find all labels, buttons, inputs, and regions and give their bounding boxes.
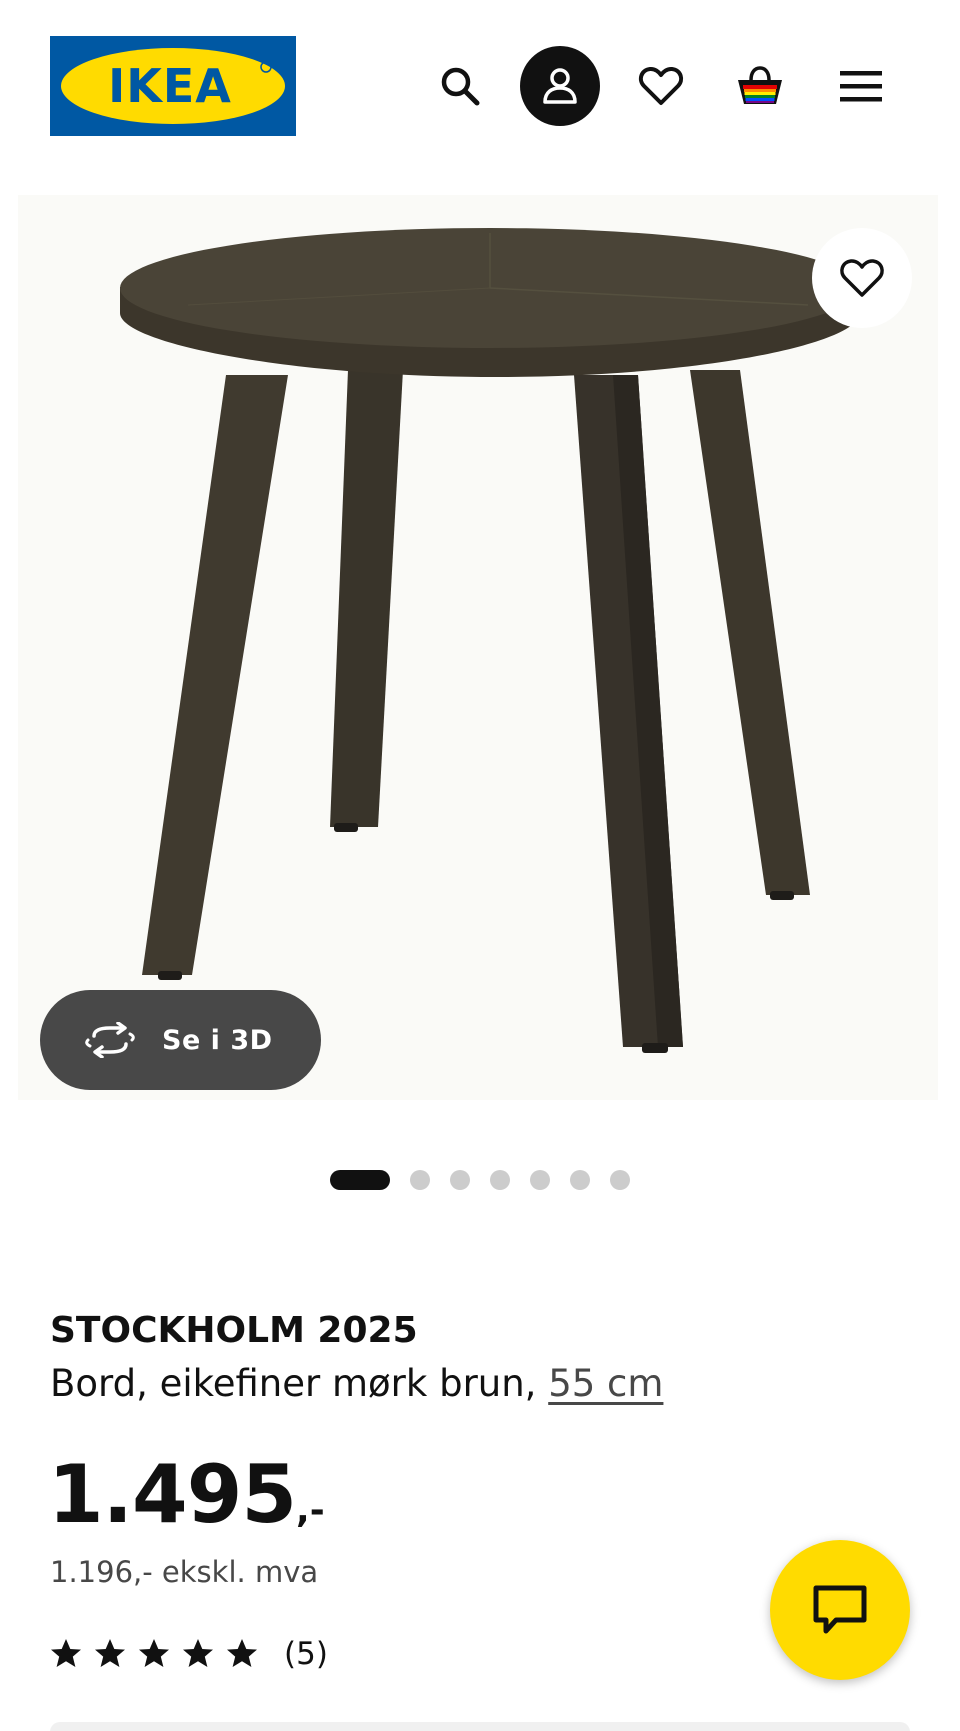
carousel-dot-4[interactable]: [490, 1170, 510, 1190]
ikea-logo-graphic: IKEA: [50, 36, 296, 136]
price-suffix: ,-: [296, 1490, 325, 1531]
save-to-favourites-button[interactable]: [812, 228, 912, 328]
carousel-dot-7[interactable]: [610, 1170, 630, 1190]
carousel-dot-1[interactable]: [330, 1170, 390, 1190]
star-icon: [51, 1639, 81, 1667]
view-in-3d-label: Se i 3D: [162, 1024, 273, 1056]
carousel-dot-6[interactable]: [570, 1170, 590, 1190]
table-illustration: [120, 228, 860, 1053]
star-icon: [95, 1639, 125, 1667]
image-carousel-indicator: [330, 1170, 630, 1190]
view-in-3d-button[interactable]: Se i 3D: [40, 990, 321, 1090]
heart-icon: [840, 259, 884, 297]
hamburger-menu-icon: [840, 71, 882, 102]
cart-button[interactable]: [720, 46, 800, 126]
product-name: STOCKHOLM 2025: [50, 1310, 418, 1351]
price-amount: 1.495: [48, 1448, 297, 1541]
search-icon: [441, 67, 480, 106]
product-page: IKEA Se i 3D STOCKHOLM 2025 Bord, eikefi…: [0, 0, 960, 1731]
favourites-button[interactable]: [621, 46, 701, 126]
review-count: (5): [284, 1636, 328, 1672]
heart-icon: [638, 66, 684, 105]
logo-wordmark: IKEA: [108, 59, 232, 113]
menu-button[interactable]: [821, 46, 901, 126]
price-excl-vat: 1.196,- ekskl. mva: [50, 1555, 319, 1589]
carousel-dot-3[interactable]: [450, 1170, 470, 1190]
product-description-text: Bord, eikefiner mørk brun,: [50, 1362, 549, 1405]
search-button[interactable]: [420, 46, 500, 126]
carousel-dot-5[interactable]: [530, 1170, 550, 1190]
chat-icon: [813, 1585, 867, 1634]
product-rating[interactable]: (5): [50, 1634, 328, 1674]
product-description: Bord, eikefiner mørk brun, 55 cm: [50, 1362, 663, 1405]
carousel-dot-2[interactable]: [410, 1170, 430, 1190]
site-header: IKEA: [0, 0, 960, 170]
product-price: 1.495,-: [48, 1448, 325, 1541]
user-icon: [543, 68, 577, 104]
profile-button[interactable]: [520, 46, 600, 126]
star-icon: [139, 1639, 169, 1667]
star-icon: [227, 1639, 257, 1667]
product-size-link[interactable]: 55 cm: [548, 1362, 663, 1405]
next-section-edge: [50, 1722, 910, 1731]
chat-button[interactable]: [770, 1540, 910, 1680]
rotate-3d-icon: [85, 1022, 135, 1058]
star-icon: [183, 1639, 213, 1667]
product-image[interactable]: [18, 195, 938, 1100]
shopping-bag-icon: [738, 66, 782, 104]
ikea-logo[interactable]: IKEA: [50, 36, 296, 136]
